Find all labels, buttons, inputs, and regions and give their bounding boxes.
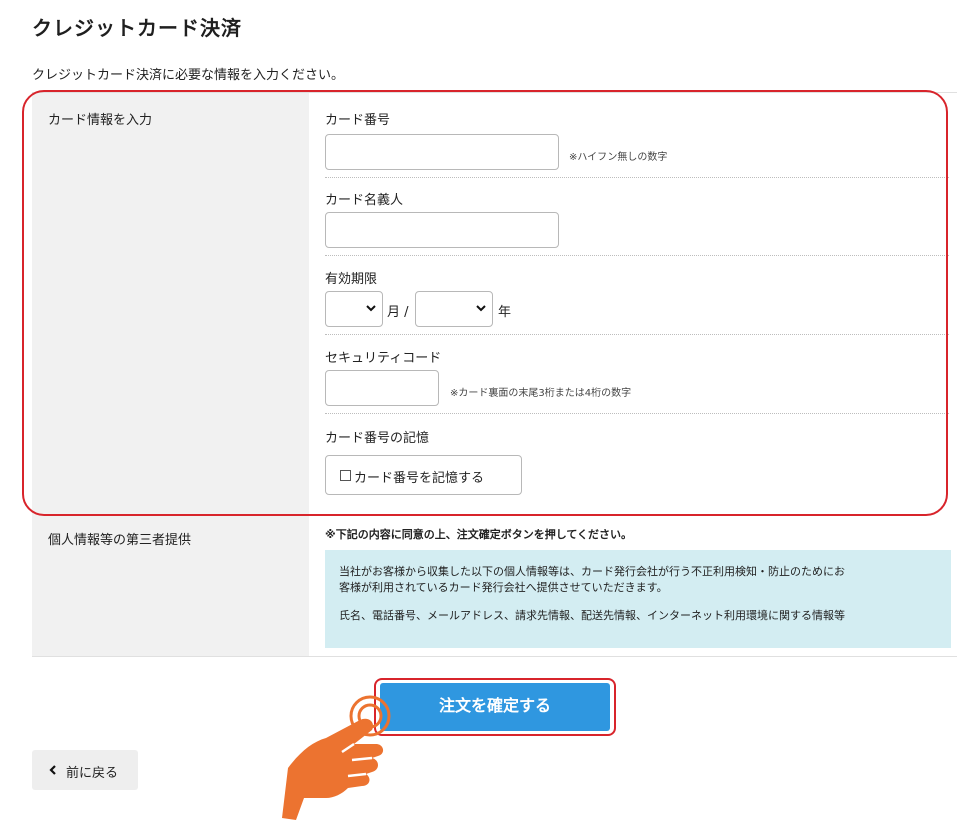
expiry-year-unit: 年 bbox=[498, 305, 512, 320]
divider bbox=[325, 334, 949, 335]
card-holder-input[interactable] bbox=[325, 212, 559, 248]
privacy-section-label: 個人情報等の第三者提供 bbox=[48, 533, 192, 548]
divider bbox=[325, 177, 949, 178]
card-number-input[interactable] bbox=[325, 134, 559, 170]
card-holder-label: カード名義人 bbox=[325, 193, 404, 208]
card-info-section-label: カード情報を入力 bbox=[48, 113, 153, 128]
pointing-hand-icon bbox=[282, 695, 391, 820]
chevron-down-icon bbox=[366, 305, 376, 312]
security-code-label: セキュリティコード bbox=[325, 351, 442, 366]
chevron-left-icon bbox=[49, 765, 56, 775]
remember-checkbox[interactable] bbox=[340, 470, 351, 481]
chevron-down-icon bbox=[476, 305, 486, 312]
card-number-hint: ※ハイフン無しの数字 bbox=[569, 152, 668, 163]
security-code-input[interactable] bbox=[325, 370, 439, 406]
card-info-label-cell: カード情報を入力 bbox=[32, 93, 309, 518]
back-button-label: 前に戻る bbox=[66, 766, 119, 781]
privacy-info-box: 当社がお客様から収集した以下の個人情報等は、カード発行会社が行う不正利用検知・防… bbox=[325, 550, 951, 648]
page-description: クレジットカード決済に必要な情報を入力ください。 bbox=[32, 68, 345, 83]
card-number-label: カード番号 bbox=[325, 113, 391, 128]
privacy-content: ※下記の内容に同意の上、注文確定ボタンを押してください。 当社がお客様から収集し… bbox=[309, 518, 957, 657]
expiry-month-select[interactable] bbox=[325, 291, 383, 327]
privacy-body-text: 当社がお客様から収集した以下の個人情報等は、カード発行会社が行う不正利用検知・防… bbox=[339, 565, 845, 594]
security-code-hint: ※カード裏面の末尾3桁または4桁の数字 bbox=[450, 388, 632, 399]
back-button[interactable]: 前に戻る bbox=[32, 750, 138, 790]
privacy-items-text: 氏名、電話番号、メールアドレス、請求先情報、配送先情報、インターネット利用環境に… bbox=[339, 609, 845, 622]
privacy-notice: ※下記の内容に同意の上、注文確定ボタンを押してください。 bbox=[325, 528, 633, 541]
payment-form-table: カード情報を入力 カード番号 ※ハイフン無しの数字 カード名義人 有効期限 月 … bbox=[32, 92, 957, 657]
divider bbox=[325, 255, 949, 256]
expiry-month-unit: 月 / bbox=[387, 305, 409, 320]
remember-card-button[interactable]: カード番号を記憶する bbox=[325, 455, 522, 495]
privacy-label-cell: 個人情報等の第三者提供 bbox=[32, 518, 309, 657]
remember-checkbox-label: カード番号を記憶する bbox=[354, 471, 485, 486]
divider bbox=[325, 413, 949, 414]
card-info-fields: カード番号 ※ハイフン無しの数字 カード名義人 有効期限 月 / 年 セキュリテ… bbox=[309, 93, 957, 518]
divider bbox=[32, 656, 957, 657]
remember-label: カード番号の記憶 bbox=[325, 431, 430, 446]
page-title: クレジットカード決済 bbox=[32, 16, 242, 40]
expiry-label: 有効期限 bbox=[325, 272, 378, 287]
expiry-year-select[interactable] bbox=[415, 291, 493, 327]
